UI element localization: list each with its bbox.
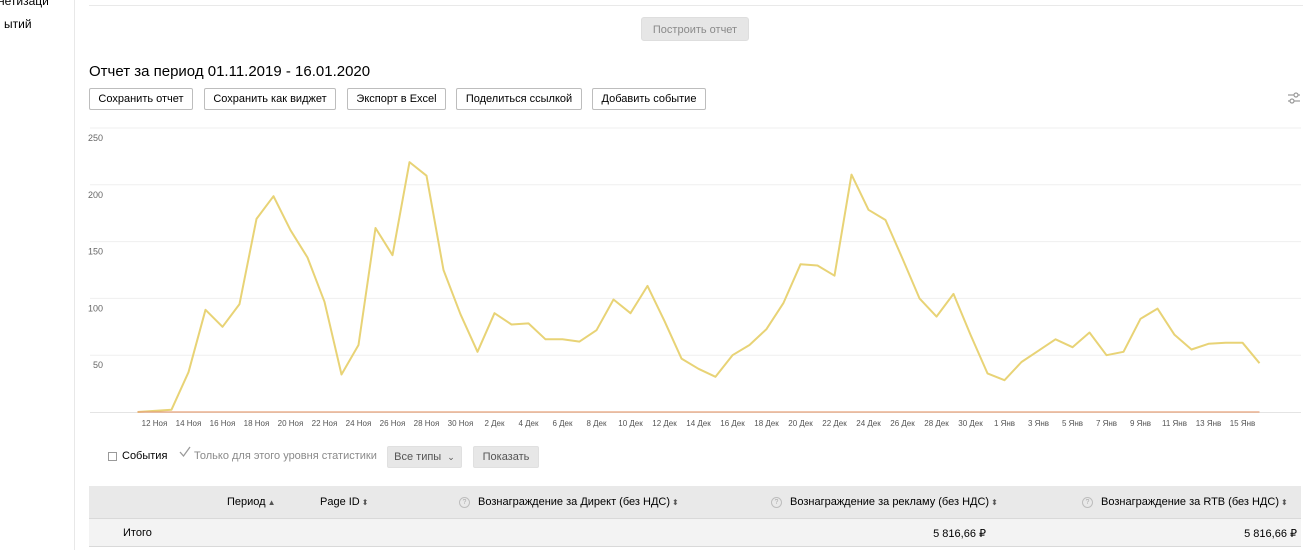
x-tick-label: 22 Ноя [312, 419, 338, 428]
chart-grid [90, 127, 1301, 413]
y-tick-label: 50 [93, 360, 103, 370]
x-tick-label: 6 Дек [552, 419, 573, 428]
x-tick-label: 11 Янв [1162, 419, 1187, 428]
x-tick-label: 2 Дек [484, 419, 505, 428]
y-tick-label: 150 [88, 247, 103, 257]
x-tick-label: 28 Дек [924, 419, 949, 428]
series-line [137, 161, 1261, 413]
x-tick-label: 13 Янв [1196, 419, 1222, 428]
x-tick-label: 7 Янв [1096, 419, 1117, 428]
x-tick-label: 24 Дек [856, 419, 881, 428]
show-button[interactable]: Показать [473, 446, 539, 468]
x-tick-label: 12 Ноя [142, 419, 168, 428]
x-tick-label: 20 Ноя [278, 419, 304, 428]
x-tick-label: 14 Дек [686, 419, 711, 428]
x-tick-label: 3 Янв [1028, 419, 1049, 428]
income-line-chart: 50 100 150 200 250 12 Ноя 14 Ноя 16 Ноя 18 Ноя 2… [88, 127, 1301, 428]
sort-icon: ⬍ [672, 498, 679, 507]
x-tick-label: 16 Ноя [210, 419, 236, 428]
x-axis-labels: 12 Ноя 14 Ноя 16 Ноя 18 Ноя 20 Ноя 22 Ноя 24 Н… [142, 419, 1256, 428]
only-level-label: Только для этого уровня статистики [194, 450, 377, 462]
help-icon[interactable]: ? [771, 497, 782, 508]
events-checkbox[interactable] [108, 452, 117, 461]
column-direct-reward[interactable]: ? Вознаграждение за Директ (без НДС) ⬍ [459, 496, 679, 508]
total-ad-reward: 5 816,66 ₽ [933, 528, 986, 540]
y-tick-label: 200 [88, 190, 103, 200]
y-tick-label: 100 [88, 303, 103, 313]
x-tick-label: 15 Янв [1230, 419, 1256, 428]
x-tick-label: 26 Ноя [380, 419, 406, 428]
y-tick-label: 250 [88, 133, 103, 143]
total-label: Итого [123, 527, 152, 539]
x-tick-label: 26 Дек [890, 419, 915, 428]
column-page-id[interactable]: Page ID ⬍ [320, 496, 368, 508]
x-tick-label: 30 Дек [958, 419, 983, 428]
checkmark-icon[interactable] [179, 446, 191, 458]
x-tick-label: 14 Ноя [176, 419, 202, 428]
sort-icon: ⬍ [1281, 498, 1288, 507]
x-tick-label: 30 Ноя [448, 419, 474, 428]
help-icon[interactable]: ? [1082, 497, 1093, 508]
x-tick-label: 16 Дек [720, 419, 745, 428]
x-tick-label: 4 Дек [518, 419, 539, 428]
x-tick-label: 9 Янв [1130, 419, 1151, 428]
x-tick-label: 18 Ноя [244, 419, 270, 428]
column-rtb-reward[interactable]: ? Вознаграждение за RTB (без НДС) ⬍ [1082, 496, 1288, 508]
chart-series [137, 161, 1261, 413]
x-tick-label: 18 Дек [754, 419, 779, 428]
x-tick-label: 24 Ноя [346, 419, 372, 428]
table-row-total: Итого 5 816,66 ₽ 5 816,66 ₽ [89, 518, 1301, 547]
chevron-down-icon: ⌄ [447, 452, 455, 462]
x-tick-label: 12 Дек [652, 419, 677, 428]
x-tick-label: 20 Дек [788, 419, 813, 428]
sort-asc-icon: ▲ [267, 498, 276, 507]
column-ad-reward[interactable]: ? Вознаграждение за рекламу (без НДС) ⬍ [771, 496, 998, 508]
y-axis-labels: 50 100 150 200 250 [88, 133, 103, 370]
table-header: Период ▲ Page ID ⬍ ? Вознаграждение за Дире… [89, 486, 1301, 518]
total-rtb-reward: 5 816,66 ₽ [1244, 528, 1297, 540]
all-types-label: Все типы [394, 451, 442, 463]
x-tick-label: 22 Дек [822, 419, 847, 428]
events-label: События [122, 450, 168, 462]
sort-icon: ⬍ [991, 498, 998, 507]
x-tick-label: 1 Янв [994, 419, 1015, 428]
all-types-dropdown[interactable]: Все типы ⌄ [387, 446, 462, 468]
x-tick-label: 8 Дек [586, 419, 607, 428]
sort-icon: ⬍ [361, 498, 369, 507]
help-icon[interactable]: ? [459, 497, 470, 508]
x-tick-label: 10 Дек [618, 419, 643, 428]
x-tick-label: 5 Янв [1062, 419, 1083, 428]
x-tick-label: 28 Ноя [414, 419, 440, 428]
column-period[interactable]: Период ▲ [227, 496, 276, 508]
